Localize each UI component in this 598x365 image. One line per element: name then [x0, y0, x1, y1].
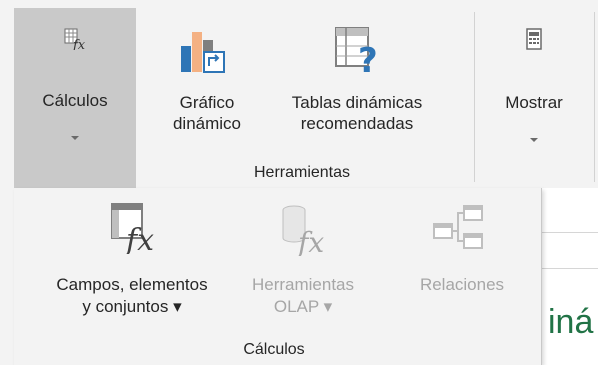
svg-text:fx: fx [296, 226, 324, 256]
olap-tools-icon: fx [282, 205, 324, 256]
herramientas-olap-label: Herramientas OLAP ▾ [251, 275, 355, 316]
campos-label: Campos, elementos y conjuntos ▾ [56, 275, 208, 316]
campos-elementos-conjuntos-button[interactable]: fx Campos, elementos y conjuntos ▾ [22, 196, 242, 338]
chevron-down-icon [71, 136, 79, 140]
function-box-icon: fx [64, 28, 86, 50]
herramientas-olap-button: fx Herramientas OLAP ▾ [240, 196, 366, 338]
mostrar-label: Mostrar [505, 93, 563, 112]
tablas-dinamicas-recomendadas-button[interactable]: ? Tablas dinámicas recomendadas [266, 8, 448, 158]
fields-items-sets-icon: fx [111, 203, 154, 254]
relationships-icon [433, 205, 483, 249]
relaciones-button: Relaciones [404, 196, 520, 338]
calculos-dropdown: fx Campos, elementos y conjuntos ▾ fx He… [14, 188, 542, 365]
mostrar-button[interactable]: Mostrar [484, 8, 584, 158]
grafico-dinamico-label: Gráfico dinámico [172, 93, 242, 133]
svg-text:fx: fx [124, 223, 154, 254]
calculos-button[interactable]: fx Cálculos [14, 8, 136, 188]
herramientas-group-label: Herramientas [253, 164, 351, 181]
calculos-label: Cálculos [42, 91, 108, 110]
show-list-icon [526, 28, 542, 50]
group-separator [474, 12, 475, 182]
svg-text:fx: fx [72, 38, 86, 50]
ribbon: fx Cálculos Gráfico dinámico ? Tablas di… [0, 0, 598, 188]
recommended-pivot-icon: ? [335, 27, 378, 76]
pivot-chart-icon [181, 32, 225, 73]
chevron-down-icon [530, 138, 538, 142]
relaciones-label: Relaciones [419, 275, 505, 294]
svg-text:?: ? [358, 41, 378, 76]
tablas-dinamicas-label: Tablas dinámicas recomendadas [291, 93, 423, 133]
sheet-title-fragment: iná [548, 303, 594, 341]
grafico-dinamico-button[interactable]: Gráfico dinámico [152, 8, 262, 158]
ribbon-right-edge [594, 12, 595, 182]
calculos-group-label: Cálculos [243, 341, 305, 358]
